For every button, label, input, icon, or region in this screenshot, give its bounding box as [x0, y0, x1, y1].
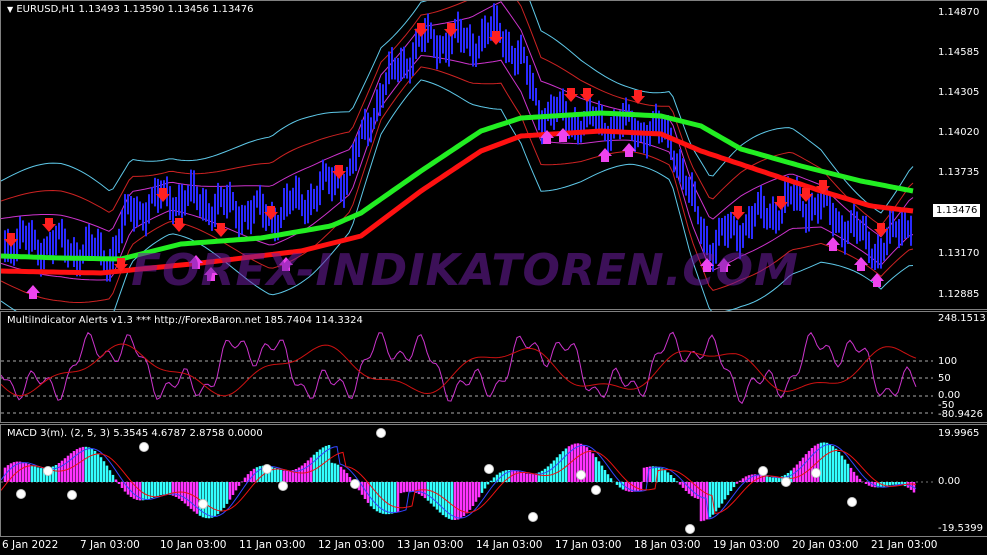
time-label: 18 Jan 03:00	[634, 539, 701, 551]
time-label: 13 Jan 03:00	[397, 539, 464, 551]
multiindicator-plot	[1, 331, 933, 414]
cross-signal-dot	[685, 524, 695, 534]
level-label: 100	[938, 356, 958, 367]
price-axis: 1.14870 1.14585 1.14305 1.14020 1.13735 …	[932, 1, 987, 311]
level-label: 50	[938, 373, 951, 384]
price-label: 1.14020	[938, 127, 980, 138]
level-label: 19.9965	[938, 428, 980, 439]
moving-average-fast-line	[1, 110, 914, 262]
sell-arrow-icon	[631, 90, 645, 104]
sell-arrow-icon	[564, 88, 578, 102]
time-label: 21 Jan 03:00	[871, 539, 938, 551]
sell-arrow-icon	[214, 223, 228, 237]
multiindicator-pane[interactable]: MultiIndicator Alerts v1.3 *** http://Fo…	[0, 311, 987, 423]
buy-arrow-icon	[598, 148, 612, 162]
time-label: 17 Jan 03:00	[555, 539, 622, 551]
buy-arrow-icon	[556, 128, 570, 142]
time-label: 20 Jan 03:00	[792, 539, 859, 551]
level-label: -80.9426	[938, 409, 983, 420]
price-label: 1.12885	[938, 289, 980, 300]
buy-arrow-icon	[826, 237, 840, 251]
level-label: 0.00	[938, 476, 961, 487]
price-chart-pane[interactable]: ▼ EURUSD,H1 1.13493 1.13590 1.13456 1.13…	[0, 0, 987, 311]
time-label: 14 Jan 03:00	[476, 539, 543, 551]
cross-signal-dot	[376, 428, 386, 438]
sell-arrow-icon	[580, 88, 594, 102]
cross-signal-dot	[139, 442, 149, 452]
macd-plot	[1, 428, 933, 534]
cross-signal-dot	[484, 464, 494, 474]
sell-arrow-icon	[4, 233, 18, 247]
macd-axis: 19.9965 0.00 -19.5399	[932, 425, 987, 538]
buy-arrow-icon	[622, 143, 636, 157]
price-label: 1.14870	[938, 7, 980, 18]
cross-signal-dot	[591, 485, 601, 495]
sell-arrow-icon	[874, 223, 888, 237]
buy-arrow-icon	[204, 267, 218, 281]
cross-signal-dot	[67, 490, 77, 500]
buy-arrow-icon	[279, 257, 293, 271]
level-label: 248.1513	[938, 313, 986, 324]
price-label: 1.14305	[938, 87, 980, 98]
cross-signal-dot	[811, 468, 821, 478]
price-label: 1.13170	[938, 248, 980, 259]
macd-pane[interactable]: MACD 3(m). (2, 5, 3) 5.3545 4.6787 2.875…	[0, 424, 987, 537]
fast-oscillator-line	[1, 331, 917, 405]
time-label: 6 Jan 2022	[2, 539, 59, 551]
time-label: 12 Jan 03:00	[318, 539, 385, 551]
buy-arrow-icon	[189, 255, 203, 269]
price-label: 1.13735	[938, 167, 980, 178]
cross-signal-dot	[262, 464, 272, 474]
sell-arrow-icon	[42, 218, 56, 232]
current-price-tag: 1.13476	[933, 204, 981, 217]
cross-signal-dot	[758, 466, 768, 476]
cross-signal-dot	[576, 470, 586, 480]
macd-title: MACD 3(m). (2, 5, 3) 5.3545 4.6787 2.875…	[7, 428, 263, 439]
slow-oscillator-line	[1, 343, 917, 397]
collapse-triangle-icon[interactable]: ▼	[7, 5, 13, 14]
cross-signal-dot	[16, 489, 26, 499]
symbol-title: ▼ EURUSD,H1 1.13493 1.13590 1.13456 1.13…	[7, 4, 253, 15]
cross-signal-dot	[847, 497, 857, 507]
multiindicator-title: MultiIndicator Alerts v1.3 *** http://Fo…	[7, 315, 363, 326]
envelope-band-line	[1, 79, 914, 311]
buy-arrow-icon	[717, 258, 731, 272]
price-label: 1.14585	[938, 47, 980, 58]
level-label: -19.5399	[938, 523, 983, 534]
multiindicator-axis: 248.1513 100 50 0.00 -50 -80.9426	[932, 312, 987, 424]
time-label: 10 Jan 03:00	[160, 539, 227, 551]
cross-signal-dot	[43, 466, 53, 476]
cross-signal-dot	[781, 477, 791, 487]
time-axis: 6 Jan 2022 7 Jan 03:00 10 Jan 03:00 11 J…	[0, 537, 937, 555]
time-label: 19 Jan 03:00	[713, 539, 780, 551]
cross-signal-dot	[528, 512, 538, 522]
time-label: 7 Jan 03:00	[80, 539, 140, 551]
time-label: 11 Jan 03:00	[239, 539, 306, 551]
cross-signal-dot	[198, 499, 208, 509]
symbol-title-text: EURUSD,H1 1.13493 1.13590 1.13456 1.1347…	[16, 4, 254, 15]
cross-signal-dot	[278, 481, 288, 491]
price-plot	[1, 1, 914, 311]
sell-arrow-icon	[172, 218, 186, 232]
cross-signal-dot	[350, 479, 360, 489]
